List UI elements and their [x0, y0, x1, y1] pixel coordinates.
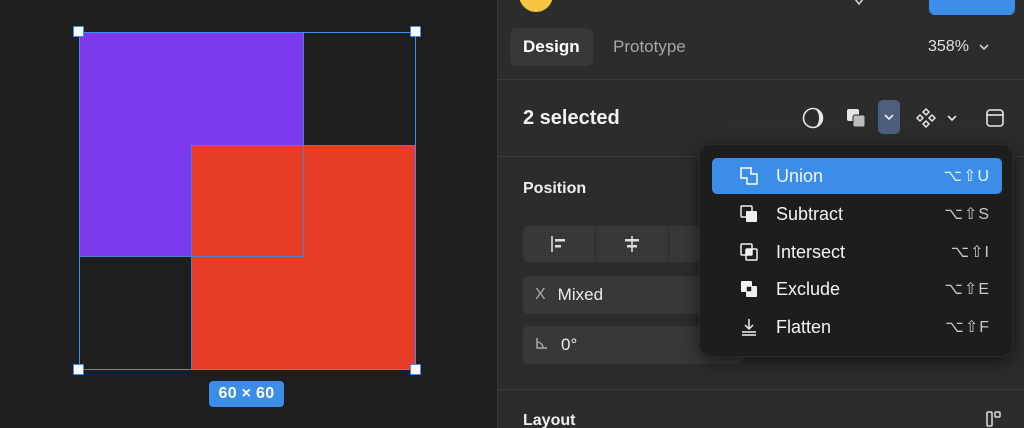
- menu-item-exclude[interactable]: Exclude ⌥⇧E: [712, 271, 1002, 307]
- intersect-icon: [737, 240, 761, 264]
- flatten-icon: [737, 315, 761, 339]
- position-title: Position: [523, 180, 587, 197]
- menu-item-intersect[interactable]: Intersect ⌥⇧I: [712, 234, 1002, 270]
- menu-item-union[interactable]: Union ⌥⇧U: [712, 158, 1002, 194]
- menu-item-subtract[interactable]: Subtract ⌥⇧S: [712, 196, 1002, 232]
- play-icon[interactable]: [853, 0, 865, 10]
- tab-design[interactable]: Design: [510, 28, 593, 66]
- resize-handle-bottom-right[interactable]: [410, 364, 421, 375]
- share-button[interactable]: [929, 0, 1015, 15]
- boolean-union-icon[interactable]: [840, 102, 872, 134]
- menu-item-label: Exclude: [776, 278, 841, 299]
- divider: [498, 389, 1024, 390]
- resize-handle-top-left[interactable]: [73, 26, 84, 37]
- menu-item-shortcut: ⌥⇧S: [944, 206, 990, 223]
- frame-icon[interactable]: [979, 102, 1011, 134]
- x-label: X: [535, 286, 546, 303]
- align-left-icon[interactable]: [523, 226, 596, 262]
- menu-item-shortcut: ⌥⇧F: [945, 319, 990, 336]
- avatar[interactable]: [519, 0, 553, 12]
- red-rectangle[interactable]: [191, 145, 416, 370]
- boolean-dropdown-button[interactable]: [878, 100, 900, 134]
- mask-icon[interactable]: [797, 102, 829, 134]
- exclude-icon: [737, 277, 761, 301]
- menu-item-shortcut: ⌥⇧I: [950, 244, 990, 261]
- menu-item-shortcut: ⌥⇧U: [943, 168, 990, 185]
- chevron-down-icon[interactable]: [942, 102, 962, 134]
- x-value: Mixed: [557, 285, 604, 304]
- menu-item-label: Intersect: [776, 241, 846, 262]
- menu-item-label: Subtract: [776, 203, 844, 224]
- resize-handle-bottom-left[interactable]: [73, 364, 84, 375]
- subtract-icon: [737, 202, 761, 226]
- layout-title: Layout: [523, 412, 576, 428]
- zoom-value: 358%: [928, 38, 969, 55]
- union-icon: [737, 164, 761, 188]
- tab-prototype[interactable]: Prototype: [600, 28, 699, 66]
- canvas[interactable]: 60 × 60: [0, 0, 497, 428]
- selection-row: 2 selected: [498, 98, 1024, 138]
- align-horizontal-center-icon[interactable]: [596, 226, 669, 262]
- menu-item-label: Union: [776, 165, 824, 186]
- chevron-down-icon: [979, 41, 989, 53]
- zoom-dropdown[interactable]: 358%: [928, 28, 989, 66]
- component-icon[interactable]: [910, 102, 942, 134]
- selection-count: 2 selected: [523, 106, 620, 129]
- angle-icon: [535, 336, 549, 355]
- menu-item-flatten[interactable]: Flatten ⌥⇧F: [712, 309, 1002, 345]
- boolean-operations-menu: Union ⌥⇧U Subtract ⌥⇧S Intersect ⌥⇧I Exc…: [699, 144, 1013, 357]
- menu-item-label: Flatten: [776, 316, 832, 337]
- resize-handle-top-right[interactable]: [410, 26, 421, 37]
- rotation-value: 0°: [561, 335, 578, 354]
- divider: [498, 79, 1024, 80]
- size-badge: 60 × 60: [209, 381, 284, 407]
- menu-item-shortcut: ⌥⇧E: [944, 281, 990, 298]
- panel-tabs: Design Prototype 358%: [498, 28, 1024, 66]
- auto-layout-icon[interactable]: [985, 410, 1005, 428]
